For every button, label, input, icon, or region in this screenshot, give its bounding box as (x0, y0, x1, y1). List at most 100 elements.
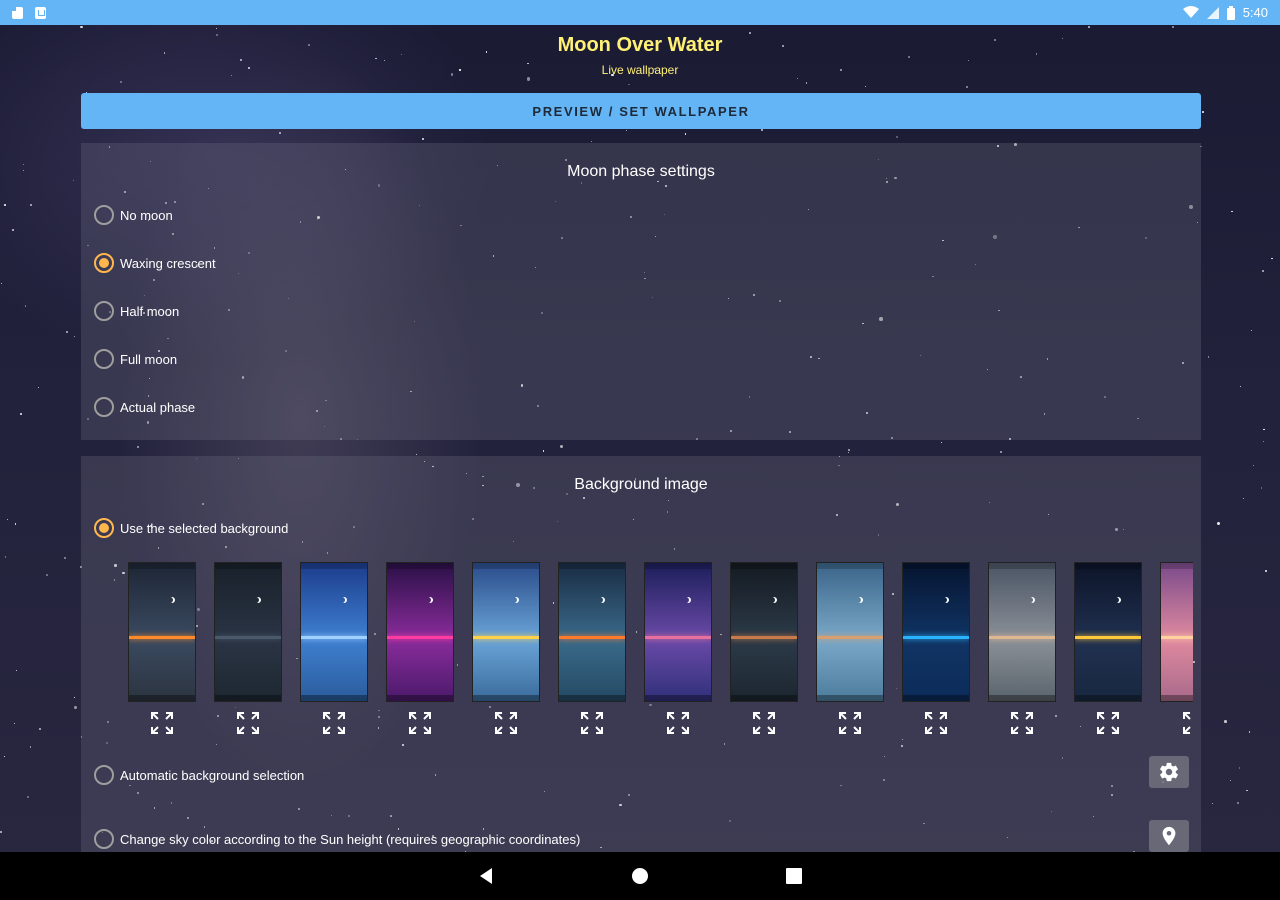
expand-icon[interactable] (495, 712, 517, 734)
app-subtitle: Live wallpaper (601, 63, 679, 77)
geographic-location-button[interactable] (1149, 820, 1189, 852)
automatic-background-label: Automatic background selection (120, 767, 305, 783)
star (625, 130, 627, 132)
recents-icon (786, 868, 802, 884)
star (797, 77, 799, 79)
moon-phase-radio[interactable] (94, 253, 114, 273)
sky-color-option[interactable]: Change sky color according to the Sun he… (94, 829, 580, 849)
background-thumbnail[interactable] (472, 562, 540, 702)
sky-color-radio[interactable] (94, 829, 114, 849)
background-thumbnail-item[interactable] (1074, 562, 1144, 734)
expand-icon[interactable] (839, 712, 861, 734)
background-thumbnail[interactable] (558, 562, 626, 702)
background-thumbnail-item[interactable] (816, 562, 886, 734)
expand-icon[interactable] (1011, 712, 1033, 734)
background-thumbnail[interactable] (644, 562, 712, 702)
background-thumbnail-item[interactable] (386, 562, 456, 734)
expand-icon[interactable] (409, 712, 431, 734)
star (591, 140, 593, 142)
star (805, 82, 808, 84)
background-thumbnail[interactable] (902, 562, 970, 702)
moon-phase-radio[interactable] (94, 205, 114, 225)
moon-phase-option[interactable]: Half moon (94, 301, 179, 321)
star (1265, 570, 1267, 572)
expand-icon[interactable] (667, 712, 689, 734)
background-thumbnail-item[interactable] (472, 562, 542, 734)
background-image-panel: Background image Use the selected backgr… (81, 456, 1201, 856)
background-thumbnail[interactable] (730, 562, 798, 702)
expand-icon[interactable] (323, 712, 345, 734)
moon-phase-label: No moon (120, 207, 173, 223)
recents-button[interactable] (782, 864, 806, 888)
sky-color-label: Change sky color according to the Sun he… (120, 831, 581, 847)
star (864, 85, 867, 88)
background-thumbnail[interactable] (988, 562, 1056, 702)
background-thumbnail-item[interactable] (558, 562, 628, 734)
star (278, 131, 281, 134)
background-thumbnail-item[interactable] (214, 562, 284, 734)
automatic-background-option[interactable]: Automatic background selection (94, 765, 304, 785)
background-thumbnail-item[interactable] (644, 562, 714, 734)
background-image-title: Background image (574, 476, 708, 493)
expand-icon[interactable] (237, 712, 259, 734)
background-thumbnail[interactable] (1160, 562, 1193, 702)
background-thumbnail[interactable] (1074, 562, 1142, 702)
star (1249, 731, 1251, 733)
background-thumbnail[interactable] (128, 562, 196, 702)
moon-phase-label: Actual phase (120, 399, 196, 415)
background-thumbnail[interactable] (816, 562, 884, 702)
background-thumbnail-item[interactable] (1160, 562, 1193, 734)
background-thumbnail-item[interactable] (988, 562, 1058, 734)
star (1238, 767, 1241, 769)
background-thumbnail-item[interactable] (300, 562, 370, 734)
background-thumbnail-strip[interactable] (128, 562, 1193, 742)
star (11, 229, 14, 232)
background-thumbnail-item[interactable] (730, 562, 800, 734)
back-button[interactable] (474, 864, 498, 888)
clock: 5:40 (1242, 5, 1268, 20)
home-button[interactable] (628, 864, 652, 888)
star (1262, 440, 1264, 442)
star (560, 445, 564, 449)
gear-icon (1160, 762, 1178, 782)
background-thumbnail-item[interactable] (902, 562, 972, 734)
moon-phase-radio[interactable] (94, 397, 114, 417)
use-selected-background-option[interactable]: Use the selected background (94, 518, 288, 538)
star (215, 27, 218, 30)
automatic-background-radio[interactable] (94, 765, 114, 785)
star (1237, 802, 1240, 805)
moon-phase-option[interactable]: Actual phase (94, 397, 195, 417)
expand-icon[interactable] (925, 712, 947, 734)
expand-icon[interactable] (151, 712, 173, 734)
background-thumbnail[interactable] (386, 562, 454, 702)
moon-phase-option[interactable]: Waxing crescent (94, 253, 216, 273)
auto-background-settings-button[interactable] (1149, 756, 1189, 788)
expand-icon[interactable] (753, 712, 775, 734)
use-selected-background-radio[interactable] (94, 518, 114, 538)
preview-set-wallpaper-button[interactable]: PREVIEW / SET WALLPAPER (81, 93, 1201, 129)
moon-phase-option[interactable]: Full moon (94, 349, 177, 369)
star (526, 77, 531, 82)
star (46, 573, 49, 576)
moon-phase-option[interactable]: No moon (94, 205, 173, 225)
moon-phase-radio[interactable] (94, 349, 114, 369)
star (967, 59, 970, 62)
background-thumbnail-item[interactable] (128, 562, 198, 734)
star (66, 331, 68, 334)
star (74, 336, 76, 338)
star (847, 451, 850, 454)
star (1271, 257, 1274, 260)
moon-phase-radio[interactable] (94, 301, 114, 321)
star (14, 523, 17, 525)
expand-icon[interactable] (1097, 712, 1119, 734)
expand-icon[interactable] (581, 712, 603, 734)
home-icon (632, 868, 648, 884)
background-thumbnail[interactable] (214, 562, 282, 702)
app-title: Moon Over Water (557, 34, 723, 56)
star (1253, 465, 1255, 467)
star (1260, 487, 1263, 490)
star (16, 670, 18, 672)
expand-icon[interactable] (1183, 712, 1193, 734)
star (1216, 522, 1220, 526)
background-thumbnail[interactable] (300, 562, 368, 702)
